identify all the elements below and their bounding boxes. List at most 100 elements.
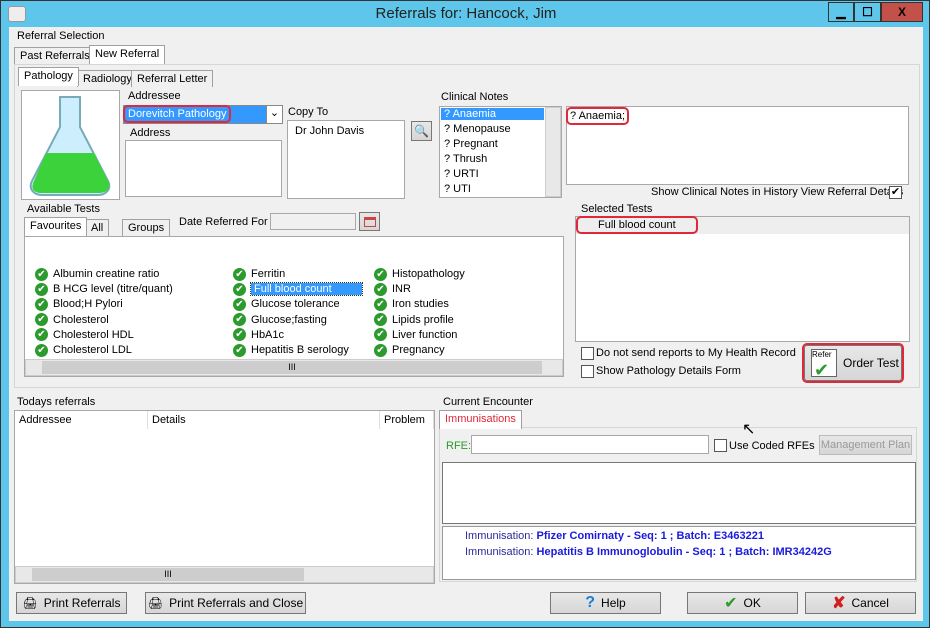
- test-item[interactable]: ✔ Iron studies: [374, 297, 449, 312]
- encounter-notes[interactable]: [442, 462, 916, 524]
- test-label: Cholesterol: [53, 313, 109, 326]
- test-item[interactable]: ✔ Blood;H Pylori: [35, 297, 123, 312]
- question-icon: ?: [585, 594, 596, 611]
- calendar-button[interactable]: [359, 212, 380, 231]
- test-item[interactable]: ✔ Cholesterol HDL: [35, 328, 134, 343]
- check-icon: ✔: [374, 282, 387, 296]
- copy-to-item[interactable]: Dr John Davis: [295, 125, 364, 137]
- date-referred-field[interactable]: [270, 213, 356, 230]
- current-encounter-label: Current Encounter: [443, 396, 533, 408]
- printer-icon: 🖨: [22, 596, 38, 610]
- selected-test-item[interactable]: Full blood count: [576, 216, 698, 234]
- test-item[interactable]: ✔ Lipids profile: [374, 313, 454, 328]
- rfe-input[interactable]: [471, 435, 709, 454]
- test-label: Liver function: [392, 328, 458, 341]
- tab-groups[interactable]: Groups: [122, 219, 171, 236]
- scroll-thumb[interactable]: III: [32, 568, 304, 581]
- column-problem[interactable]: Problem: [380, 411, 434, 429]
- copy-to-list[interactable]: Dr John Davis: [287, 120, 405, 199]
- scroll-thumb[interactable]: III: [42, 361, 542, 374]
- show-clinical-notes-checkbox[interactable]: ✔: [889, 186, 902, 199]
- help-label: Help: [601, 596, 626, 610]
- maximize-button[interactable]: ☐: [854, 2, 881, 22]
- test-item[interactable]: ✔ Glucose;fasting: [233, 313, 327, 328]
- test-item[interactable]: ✔ Pregnancy: [374, 343, 445, 358]
- minimize-button[interactable]: ▁: [828, 2, 854, 22]
- test-label: Cholesterol LDL: [53, 344, 132, 356]
- tab-radiology[interactable]: Radiology: [77, 70, 138, 87]
- rfe-label: RFE:: [446, 440, 472, 452]
- refer-icon: Refer ✔: [811, 349, 837, 380]
- test-label: INR: [392, 283, 411, 296]
- test-item[interactable]: ✔ Histopathology: [374, 267, 465, 282]
- test-item[interactable]: ✔ Albumin creatine ratio: [35, 267, 159, 282]
- check-icon: ✔: [233, 267, 246, 281]
- immunisation-value: Pfizer Comirnaty - Seq: 1 ; Batch: E3463…: [536, 530, 764, 542]
- addressee-dropdown[interactable]: Dorevitch Pathology ⌄: [122, 105, 283, 124]
- test-item[interactable]: ✔ INR: [374, 282, 411, 297]
- test-item[interactable]: ✔ Hepatitis B serology: [233, 343, 349, 358]
- tab-referral-letter[interactable]: Referral Letter: [131, 70, 214, 87]
- test-item[interactable]: ✔ Liver function: [374, 328, 457, 343]
- test-item[interactable]: ✔ Glucose tolerance: [233, 297, 340, 312]
- print-referrals-close-button[interactable]: 🖨 Print Referrals and Close: [145, 592, 306, 614]
- check-icon: ✔: [35, 313, 48, 327]
- test-label: Cholesterol HDL: [53, 328, 134, 341]
- tab-past-referrals[interactable]: Past Referrals: [14, 47, 96, 64]
- clinical-note-item[interactable]: ? UTI: [441, 183, 544, 195]
- check-icon: ✔: [374, 297, 387, 311]
- clinical-note-item[interactable]: ? Thrush: [441, 153, 544, 165]
- ok-button[interactable]: ✔ OK: [687, 592, 798, 614]
- test-item[interactable]: ✔ B HCG level (titre/quant): [35, 282, 173, 297]
- test-item[interactable]: ✔ Ferritin: [233, 267, 285, 282]
- test-item[interactable]: ✔ Cholesterol LDL: [35, 343, 132, 358]
- clinical-notes-scrollbar[interactable]: [545, 107, 561, 197]
- address-field[interactable]: [125, 140, 282, 197]
- test-item[interactable]: ✔ HbA1c: [233, 328, 284, 343]
- clinical-note-item[interactable]: ? Anaemia: [441, 108, 544, 120]
- order-test-button[interactable]: Refer ✔ Order Test: [802, 343, 904, 383]
- test-label: Albumin creatine ratio: [53, 268, 160, 280]
- column-details[interactable]: Details: [148, 411, 380, 429]
- no-mhr-label: Do not send reports to My Health Record: [596, 347, 796, 359]
- clinical-notes-list[interactable]: ? Anaemia ? Menopause ? Pregnant ? Thrush ? …: [439, 106, 562, 198]
- test-label: Pregnancy: [392, 344, 445, 356]
- clinical-notes-text[interactable]: ? Anaemia;: [565, 106, 909, 185]
- search-button[interactable]: 🔍: [411, 121, 432, 141]
- print-referrals-button[interactable]: 🖨 Print Referrals: [16, 592, 127, 614]
- test-item[interactable]: ✔ Full blood count: [233, 282, 363, 297]
- copy-to-label: Copy To: [288, 106, 329, 118]
- test-item[interactable]: ✔ Cholesterol: [35, 313, 109, 328]
- todays-referrals-table: Addressee Details Problem III: [14, 410, 435, 584]
- selected-tests-list[interactable]: Full blood count: [575, 216, 910, 342]
- address-label: Address: [130, 127, 171, 139]
- tests-horizontal-scrollbar[interactable]: III: [25, 359, 563, 376]
- close-button[interactable]: X: [881, 2, 923, 22]
- clinical-note-item[interactable]: ? Menopause: [441, 123, 544, 135]
- help-button[interactable]: ? Help: [550, 592, 661, 614]
- check-icon: ✔: [724, 595, 738, 612]
- referral-selection-label: Referral Selection: [17, 30, 105, 42]
- tab-pathology[interactable]: Pathology: [18, 67, 79, 86]
- tab-all[interactable]: All: [85, 219, 110, 236]
- chevron-down-icon[interactable]: ⌄: [266, 106, 282, 123]
- tab-favourites[interactable]: Favourites: [24, 217, 88, 236]
- referrals-horizontal-scrollbar[interactable]: III: [15, 566, 434, 583]
- use-coded-rfes-label: Use Coded RFEs: [729, 440, 815, 452]
- addressee-value: Dorevitch Pathology: [122, 105, 232, 123]
- use-coded-rfes-checkbox[interactable]: [714, 439, 727, 452]
- tab-immunisations[interactable]: Immunisations: [439, 410, 522, 429]
- cancel-button[interactable]: ✘ Cancel: [805, 592, 916, 614]
- show-details-checkbox[interactable]: [581, 365, 594, 378]
- column-addressee[interactable]: Addressee: [15, 411, 148, 429]
- tab-new-referral[interactable]: New Referral: [89, 45, 166, 64]
- printer-icon: 🖨: [147, 596, 164, 610]
- clinical-note-item[interactable]: ? URTI: [441, 168, 544, 180]
- flask-icon: [29, 96, 111, 196]
- print-referrals-label: Print Referrals: [43, 596, 121, 610]
- available-tests-list: ✔ Albumin creatine ratio ✔ B HCG level (tit…: [24, 236, 564, 377]
- clinical-note-item[interactable]: ? Pregnant: [441, 138, 544, 150]
- check-icon: ✔: [233, 343, 246, 357]
- management-plan-button[interactable]: Management Plan: [819, 435, 912, 455]
- no-mhr-checkbox[interactable]: [581, 347, 594, 360]
